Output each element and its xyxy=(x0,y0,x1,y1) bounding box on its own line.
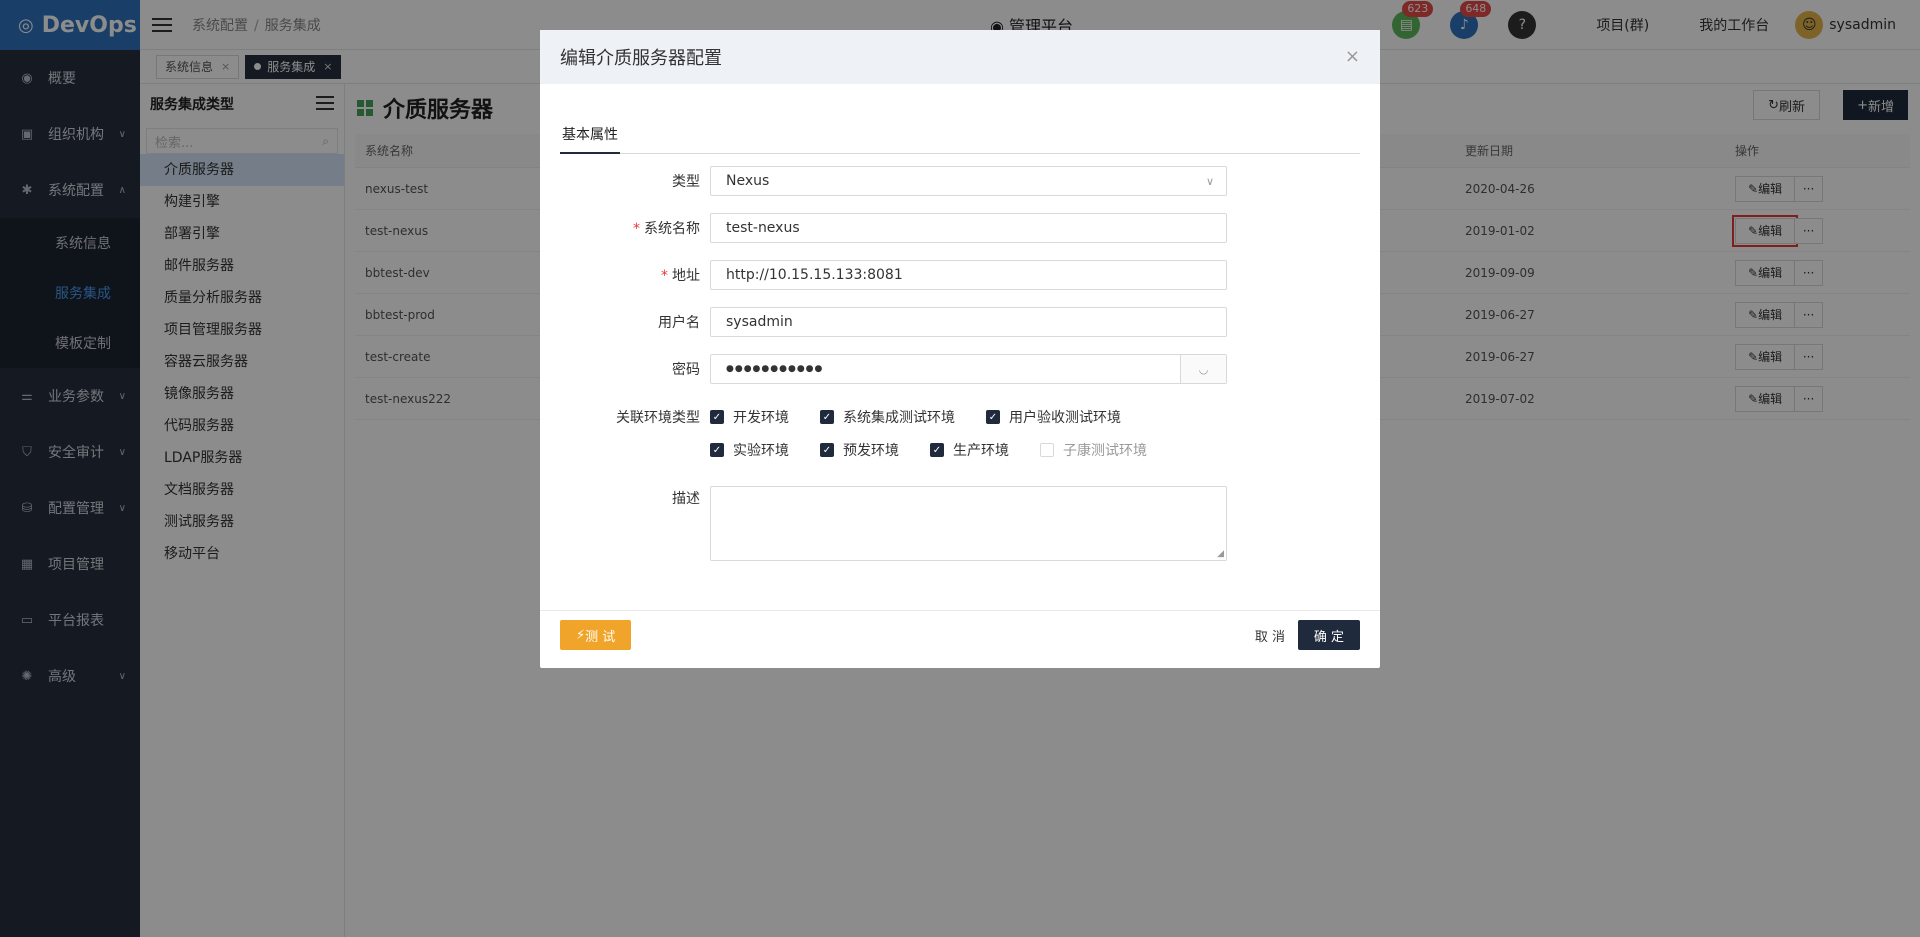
dialog-title: 编辑介质服务器配置 xyxy=(560,48,722,69)
test-label: 测 试 xyxy=(585,629,616,645)
checkbox-checked-icon: ✓ xyxy=(820,443,834,457)
password-label: 密码 xyxy=(672,362,700,378)
env-label-text: 预发环境 xyxy=(843,443,899,459)
test-button[interactable]: ⚡ 测 试 xyxy=(560,620,632,650)
description-textarea[interactable]: ◢ xyxy=(710,486,1227,561)
name-label: * 系统名称 xyxy=(633,218,700,238)
address-input[interactable]: http://10.15.15.133:8081 xyxy=(710,260,1227,290)
env-label-text: 用户验收测试环境 xyxy=(1009,410,1121,426)
env-checkbox-sit[interactable]: ✓ 系统集成测试环境 xyxy=(820,407,986,427)
env-checkbox-row-1: ✓ 开发环境 ✓ 系统集成测试环境 ✓ 用户验收测试环境 xyxy=(710,406,1121,428)
username-value: sysadmin xyxy=(726,314,793,330)
address-label-text: 地址 xyxy=(672,268,700,284)
env-label-text: 开发环境 xyxy=(733,410,789,426)
required-mark: * xyxy=(661,268,668,284)
address-label: * 地址 xyxy=(661,265,700,285)
env-checkbox-experiment[interactable]: ✓ 实验环境 xyxy=(710,440,820,460)
tab-basic-properties[interactable]: 基本属性 xyxy=(560,122,620,154)
confirm-button[interactable]: 确 定 xyxy=(1297,620,1360,650)
password-value: ●●●●●●●●●●● xyxy=(726,364,824,374)
checkbox-checked-icon: ✓ xyxy=(820,410,834,424)
username-input[interactable]: sysadmin xyxy=(710,307,1227,337)
field-row-address: * 地址 http://10.15.15.133:8081 xyxy=(540,260,1380,290)
plug-icon: ⚡ xyxy=(576,627,586,643)
system-name-input[interactable]: test-nexus xyxy=(710,213,1227,243)
eye-toggle-icon[interactable]: ◡ xyxy=(1180,355,1226,383)
chevron-down-icon: ∨ xyxy=(1205,174,1214,188)
field-row-name: * 系统名称 test-nexus xyxy=(540,213,1380,243)
checkbox-checked-icon: ✓ xyxy=(930,443,944,457)
dialog-footer: ⚡ 测 试 取 消 确 定 xyxy=(540,610,1380,668)
edit-media-server-dialog: 编辑介质服务器配置 × 基本属性 类型 Nexus ∨ * 系统名称 test-n… xyxy=(540,30,1380,668)
env-checkbox-uat[interactable]: ✓ 用户验收测试环境 xyxy=(986,407,1121,427)
env-label-text: 系统集成测试环境 xyxy=(843,410,955,426)
name-label-text: 系统名称 xyxy=(644,221,700,237)
env-checkbox-prod[interactable]: ✓ 生产环境 xyxy=(930,440,1040,460)
username-label: 用户名 xyxy=(658,315,700,331)
resize-grip-icon[interactable]: ◢ xyxy=(1217,549,1224,559)
desc-label: 描述 xyxy=(672,491,700,507)
cancel-button[interactable]: 取 消 xyxy=(1245,620,1295,650)
type-label: 类型 xyxy=(672,174,700,190)
field-row-type: 类型 Nexus ∨ xyxy=(540,166,1380,196)
checkbox-checked-icon: ✓ xyxy=(710,410,724,424)
env-checkbox-row-2: ✓ 实验环境 ✓ 预发环境 ✓ 生产环境 子康测试环境 xyxy=(710,439,1147,461)
field-row-username: 用户名 sysadmin xyxy=(540,307,1380,337)
env-label-text: 子康测试环境 xyxy=(1063,443,1147,459)
required-mark: * xyxy=(633,221,640,237)
close-icon[interactable]: × xyxy=(1345,46,1360,67)
address-value: http://10.15.15.133:8081 xyxy=(726,267,903,283)
dialog-header: 编辑介质服务器配置 × xyxy=(540,30,1380,84)
checkbox-unchecked-icon xyxy=(1040,443,1054,457)
checkbox-checked-icon: ✓ xyxy=(986,410,1000,424)
env-checkbox-zikang[interactable]: 子康测试环境 xyxy=(1040,440,1147,460)
env-label: 关联环境类型 xyxy=(616,410,700,426)
checkbox-checked-icon: ✓ xyxy=(710,443,724,457)
type-select[interactable]: Nexus ∨ xyxy=(710,166,1227,196)
dialog-tabs: 基本属性 xyxy=(560,122,1360,154)
system-name-value: test-nexus xyxy=(726,220,800,236)
env-label-text: 实验环境 xyxy=(733,443,789,459)
env-checkbox-preprod[interactable]: ✓ 预发环境 xyxy=(820,440,930,460)
env-label-text: 生产环境 xyxy=(953,443,1009,459)
password-input[interactable]: ●●●●●●●●●●● ◡ xyxy=(710,354,1227,384)
field-row-password: 密码 ●●●●●●●●●●● ◡ xyxy=(540,354,1380,384)
type-value: Nexus xyxy=(726,173,770,189)
env-checkbox-dev[interactable]: ✓ 开发环境 xyxy=(710,407,820,427)
